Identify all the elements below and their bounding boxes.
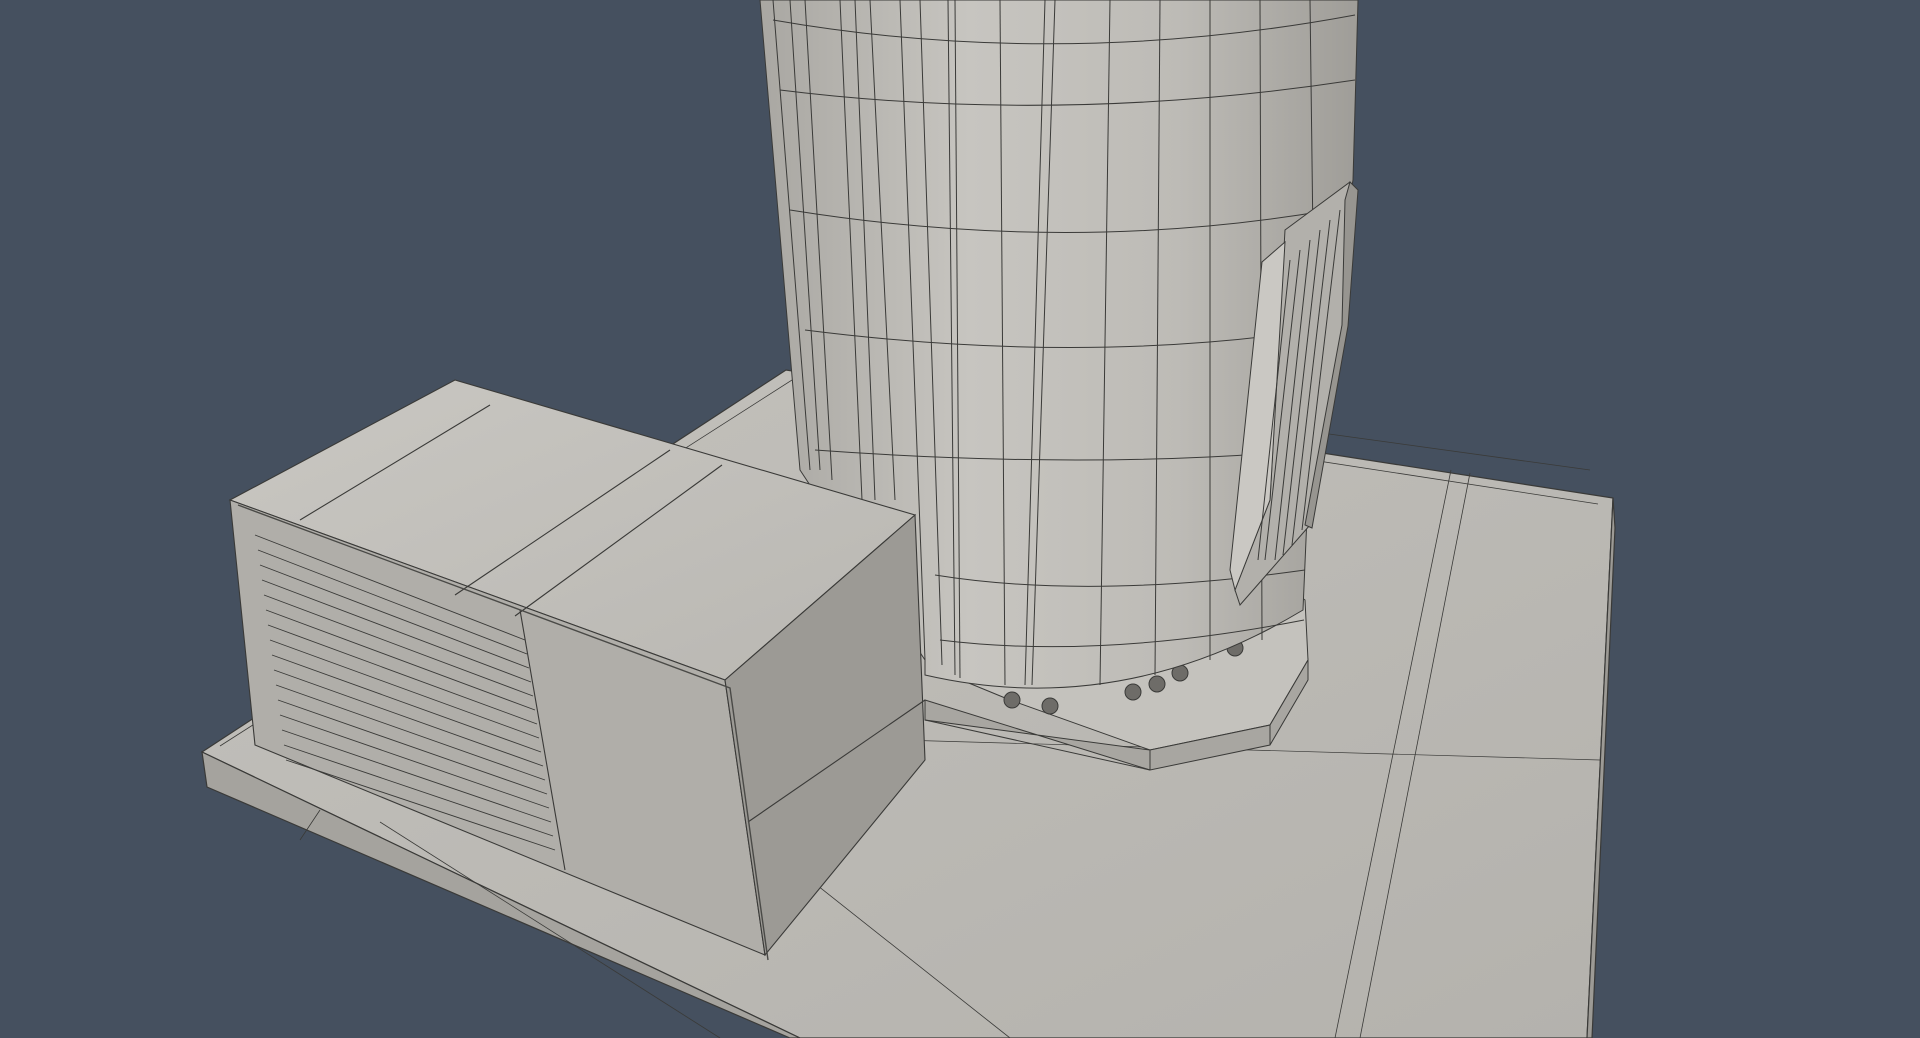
3d-viewport[interactable] xyxy=(0,0,1920,1038)
wireframe-render xyxy=(200,0,1616,1038)
